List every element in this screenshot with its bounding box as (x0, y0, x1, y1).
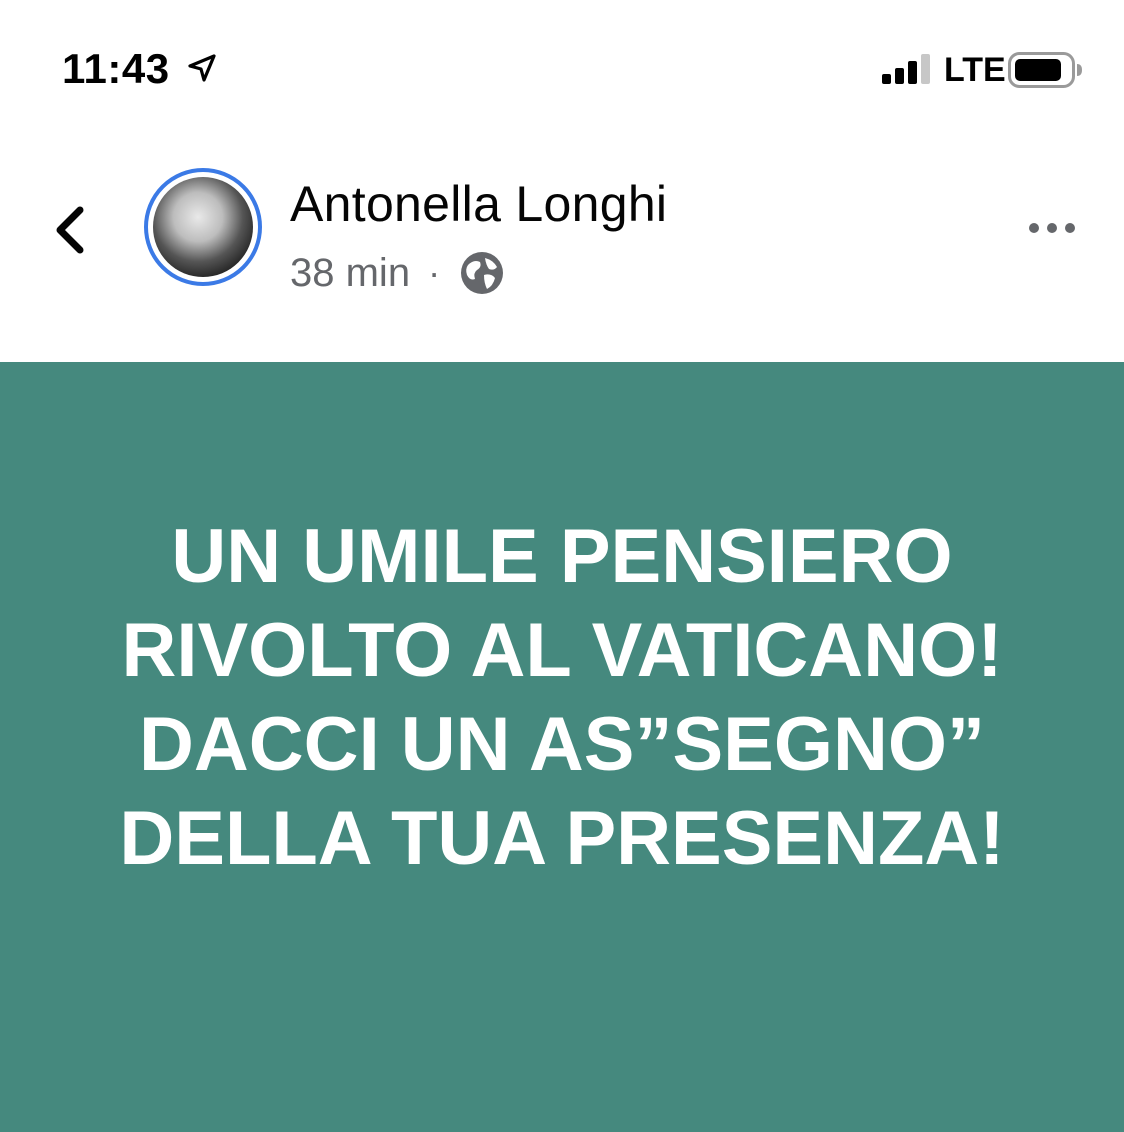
text-post-background: UN UMILE PENSIERO RIVOLTO AL VATICANO! D… (0, 362, 1124, 1132)
post-text: UN UMILE PENSIERO RIVOLTO AL VATICANO! D… (119, 514, 1005, 881)
status-time: 11:43 (62, 45, 170, 92)
avatar[interactable] (144, 168, 262, 286)
globe-icon (461, 252, 504, 294)
post-header: Antonella Longhi 38 min · (0, 120, 1124, 362)
more-dots-icon[interactable] (1026, 214, 1078, 242)
location-arrow-icon (188, 54, 216, 82)
avatar-photo (153, 177, 253, 277)
status-bar: 11:43 LTE (0, 0, 1124, 120)
network-type-label: LTE (944, 51, 1006, 89)
post-timestamp[interactable]: 38 min (290, 249, 410, 297)
cellular-signal-icon (882, 54, 930, 84)
author-name[interactable]: Antonella Longhi (290, 174, 667, 234)
battery-icon (1008, 52, 1082, 88)
meta-separator: · (428, 252, 441, 293)
chevron-left-icon[interactable] (46, 200, 96, 260)
post-meta: 38 min · (290, 248, 506, 298)
